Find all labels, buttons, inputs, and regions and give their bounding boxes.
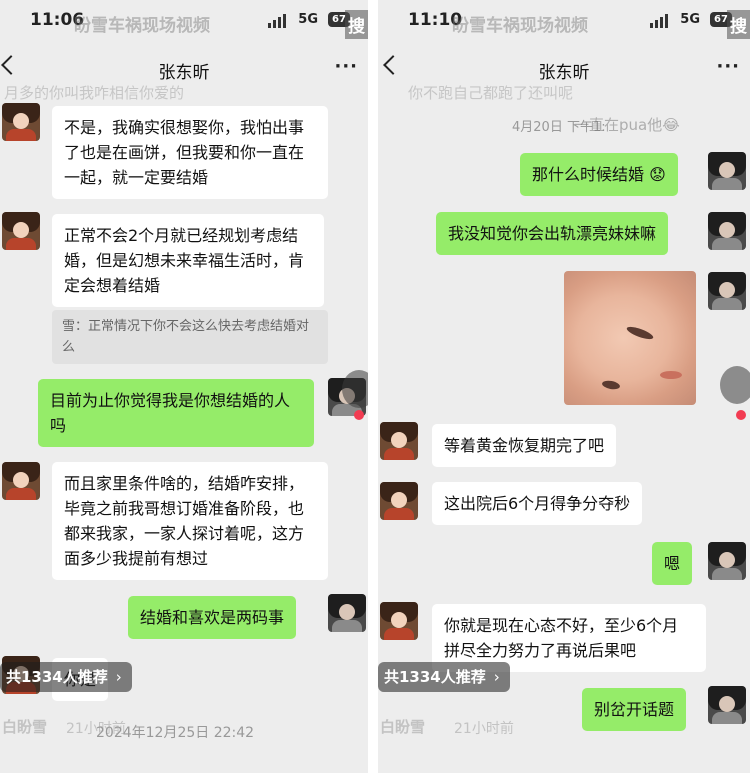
avatar[interactable] <box>328 594 366 632</box>
avatar[interactable] <box>708 212 746 250</box>
avatar[interactable] <box>380 482 418 520</box>
danmaku-comment: 月多的你叫我咋相信你爱的 <box>4 84 185 102</box>
signal-icon <box>268 14 288 28</box>
notification-dot <box>354 410 364 420</box>
message-bubble: 那什么时候结婚 😟 <box>520 153 678 196</box>
more-icon[interactable]: ··· <box>334 56 358 77</box>
message-bubble: 目前为止你觉得我是你想结婚的人吗 <box>38 379 314 447</box>
danmaku-comment: 你不跑自己都跑了还叫呢 <box>408 84 574 102</box>
chat-timestamp: 2024年12月25日 22:42 <box>96 725 255 741</box>
network-type: 5G <box>680 12 700 27</box>
recommend-button[interactable]: 共1334人推荐 › <box>0 662 132 692</box>
message-bubble: 别岔开话题 <box>582 688 687 731</box>
network-type: 5G <box>298 12 318 27</box>
floating-avatar[interactable] <box>720 366 750 404</box>
avatar[interactable] <box>708 272 746 310</box>
screenshot-left: 11:06 盼雪车祸现场视频 5G 67 搜 张东昕 ··· 月多的你叫我咋相信… <box>0 0 368 773</box>
video-author[interactable]: 白盼雪 <box>2 716 47 737</box>
status-bar: 11:10 盼雪车祸现场视频 5G 67 搜 <box>378 0 750 44</box>
screenshot-right: 11:10 盼雪车祸现场视频 5G 67 搜 张东昕 ··· 你不跑自己都跑了还… <box>378 0 750 773</box>
status-bar: 11:06 盼雪车祸现场视频 5G 67 搜 <box>0 0 368 44</box>
search-label[interactable]: 搜 <box>345 10 368 39</box>
image-message[interactable] <box>564 271 696 405</box>
recommend-button[interactable]: 共1334人推荐 › <box>378 662 510 692</box>
search-label[interactable]: 搜 <box>727 10 750 39</box>
avatar[interactable] <box>2 462 40 500</box>
avatar[interactable] <box>380 422 418 460</box>
floating-avatar[interactable] <box>342 370 368 408</box>
chevron-right-icon: › <box>493 668 500 686</box>
video-overlay-title: 盼雪车祸现场视频 <box>452 16 588 36</box>
notification-dot <box>736 410 746 420</box>
video-author[interactable]: 白盼雪 <box>380 716 425 737</box>
recommend-label: 共1334人推荐 <box>384 668 486 686</box>
danmaku-comment: 一直在pua他😂 <box>574 116 680 134</box>
chat-title: 张东昕 <box>538 63 590 83</box>
message-bubble: 结婚和喜欢是两码事 <box>128 596 297 639</box>
post-time: 21小时前 <box>454 721 514 737</box>
avatar[interactable] <box>2 103 40 141</box>
message-bubble: 等着黄金恢复期完了吧 <box>432 424 617 467</box>
message-bubble: 不是，我确实很想娶你，我怕出事了也是在画饼，但我要和你一直在一起，就一定要结婚 <box>52 106 328 199</box>
message-bubble: 我没知觉你会出轨漂亮妹妹嘛 <box>436 212 669 255</box>
avatar[interactable] <box>708 686 746 724</box>
chat-title: 张东昕 <box>158 63 210 83</box>
avatar[interactable] <box>2 212 40 250</box>
message-bubble: 正常不会2个月就已经规划考虑结婚，但是幻想未来幸福生活时，肯定会想着结婚 <box>52 214 324 307</box>
message-bubble: 嗯 <box>652 542 693 585</box>
message-bubble: 这出院后6个月得争分夺秒 <box>432 482 643 525</box>
recommend-label: 共1334人推荐 <box>6 668 108 686</box>
quoted-message: 雪：正常情况下你不会这么快去考虑结婚对么 <box>52 310 328 364</box>
avatar[interactable] <box>708 152 746 190</box>
video-overlay-title: 盼雪车祸现场视频 <box>74 16 210 36</box>
more-icon[interactable]: ··· <box>716 56 740 77</box>
chevron-right-icon: › <box>115 668 122 686</box>
signal-icon <box>650 14 670 28</box>
avatar[interactable] <box>380 602 418 640</box>
avatar[interactable] <box>708 542 746 580</box>
message-bubble: 而且家里条件啥的，结婚咋安排，毕竟之前我哥想订婚准备阶段，也都来我家，一家人探讨… <box>52 462 328 580</box>
